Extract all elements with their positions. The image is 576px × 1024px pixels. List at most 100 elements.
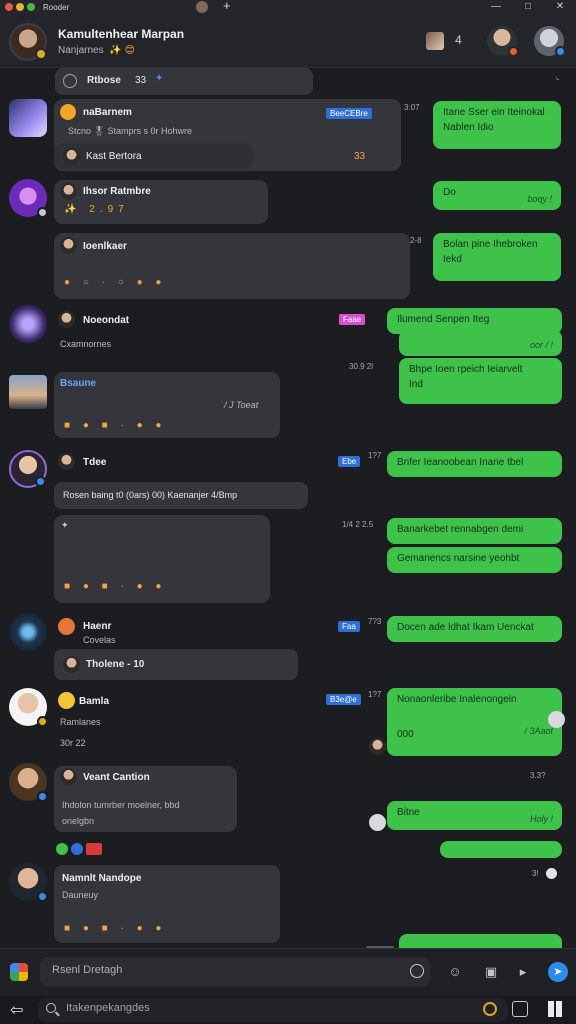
message-meta: boqy ! <box>527 193 552 204</box>
media-gallery-icon[interactable]: ▸ <box>514 963 532 981</box>
sender-avatar[interactable] <box>9 450 47 488</box>
timestamp: 1/4 2 2.5 <box>342 520 374 529</box>
close-icon[interactable]: ✕ <box>544 0 576 14</box>
sparkle-icon: ✦ <box>61 520 69 530</box>
quoted-message[interactable]: Tholene - 10 <box>54 649 298 680</box>
outgoing-message[interactable] <box>440 841 562 858</box>
green-reaction-icon <box>56 843 68 855</box>
unread-dot-icon <box>546 868 557 879</box>
message-text: Dauneuy <box>62 890 99 900</box>
timestamp: 3.3? <box>530 771 546 780</box>
new-tab-icon[interactable]: + <box>223 0 231 13</box>
smile-icon[interactable]: ☺ <box>446 963 464 981</box>
red-reaction-icon <box>86 843 102 855</box>
send-icon[interactable]: ➤ <box>548 962 568 982</box>
message-bubble[interactable]: Ioenlkaer ● ○ · ○ ● ● <box>54 233 410 299</box>
bottom-navigation: ⇦ <box>0 996 576 1024</box>
camera-icon[interactable]: ▣ <box>482 963 500 981</box>
reaction-row[interactable]: ■ ● ■ · ● ● <box>64 581 166 592</box>
app-logo-icon[interactable] <box>10 963 28 981</box>
reaction-row[interactable]: ■ ● ■ · ● ● <box>64 923 166 934</box>
sender-avatar[interactable] <box>9 305 47 343</box>
message-input[interactable] <box>52 964 402 976</box>
outgoing-message[interactable]: Do boqy ! <box>433 181 561 210</box>
reaction-row[interactable]: ● ○ · ○ ● ● <box>64 277 166 288</box>
contact-avatar[interactable] <box>9 23 47 61</box>
outgoing-message[interactable]: Bnfer Ieanoobean Inane tbel <box>387 451 562 477</box>
user-avatar[interactable] <box>534 26 566 57</box>
outgoing-message[interactable]: oor / ! <box>399 330 562 356</box>
outgoing-message[interactable]: Bolan pine Ihebroken Iekd <box>433 233 561 281</box>
maximize-icon[interactable]: □ <box>512 0 544 14</box>
presence-dot-icon <box>37 716 48 727</box>
blue-reaction-icon <box>71 843 83 855</box>
timestamp: 1?7 <box>368 451 382 460</box>
search-input[interactable] <box>66 1002 466 1014</box>
outgoing-message[interactable] <box>399 934 562 948</box>
quoted-message[interactable]: Kast Bertora <box>54 143 254 169</box>
message-bubble[interactable]: Ihsor Ratmbre ✨ 2.97 <box>54 180 268 224</box>
reaction-chips[interactable] <box>56 843 104 855</box>
status-text: Nanjarnes <box>58 45 104 56</box>
outgoing-message[interactable]: Bitne Holy ! <box>387 801 562 830</box>
quoted-message[interactable]: Rosen baing t0 (0ars) 00) Kaenanjer 4/Bm… <box>54 482 308 509</box>
message-bubble[interactable]: Veant Cantion Ihdolon tumrber moelner, b… <box>54 766 237 832</box>
status-tag: Faa <box>338 621 360 632</box>
outgoing-message[interactable]: Gemanencs narsine yeohbt <box>387 547 562 573</box>
quoted-text: Tholene - 10 <box>86 659 145 670</box>
participant-avatar[interactable] <box>487 26 519 57</box>
maximize-dot-icon[interactable] <box>27 3 35 11</box>
message-bubble[interactable]: ✦ ■ ● ■ · ● ● <box>54 515 270 603</box>
search-box[interactable] <box>38 998 508 1022</box>
sender-avatar[interactable] <box>9 375 47 409</box>
emoji-icon[interactable] <box>410 964 424 978</box>
close-dot-icon[interactable] <box>5 3 13 11</box>
read-receipt-avatar <box>369 738 386 755</box>
message-bubble[interactable]: Bsaune / J Toeat ■ ● ■ · ● ● <box>54 372 280 438</box>
sender-small-avatar <box>58 618 75 635</box>
sender-name: Noeondat <box>83 315 130 326</box>
pinned-message[interactable]: Rtbose 33 ✦ <box>55 68 313 95</box>
window-controls[interactable] <box>5 3 35 11</box>
minimize-icon[interactable]: — <box>480 0 512 14</box>
message-line: Nablen Idio <box>443 121 494 133</box>
book-icon[interactable] <box>548 1001 562 1017</box>
sender-avatar[interactable] <box>9 179 48 218</box>
quoted-name: Kast Bertora <box>86 151 142 162</box>
timestamp: 3! <box>532 869 539 878</box>
outgoing-message[interactable]: Nonaonleribe Inalenongein 000 / 3Aaot <box>387 688 562 756</box>
media-icon[interactable] <box>426 32 444 50</box>
status-emoji: ✨ 😊 <box>109 45 136 56</box>
back-arrow-icon[interactable]: ⇦ <box>10 1000 23 1020</box>
message-field[interactable] <box>40 957 430 987</box>
message-meta: / J Toeat <box>224 400 259 410</box>
message-list[interactable]: Rtbose 33 ✦ ⌞ naBarnem Stcno 🎖 Stamprs s… <box>0 68 576 948</box>
coin-icon[interactable] <box>483 1002 497 1016</box>
reaction-count: 33 <box>354 151 366 162</box>
sender-small-avatar <box>58 453 75 470</box>
message-line: Ind <box>409 378 423 390</box>
outgoing-message[interactable]: Banarkebet rennabgen demi <box>387 518 562 544</box>
tab-avatar[interactable] <box>196 1 208 13</box>
message-bubble[interactable]: Namnlt Nandope Dauneuy ■ ● ■ · ● ● <box>54 865 280 943</box>
contact-name[interactable]: Kamultenhear Marpan <box>58 27 184 41</box>
minimize-dot-icon[interactable] <box>16 3 24 11</box>
outgoing-message[interactable]: Docen ade ldhat Ikam Uenckat <box>387 616 562 642</box>
pinned-label: Rtbose <box>87 75 121 86</box>
reaction-row[interactable]: ✨ 2.97 <box>64 204 129 215</box>
sender-avatar[interactable] <box>9 99 47 137</box>
quoted-avatar <box>63 148 80 165</box>
message-line: Bolan pine Ihebroken <box>443 239 538 250</box>
reaction-row[interactable]: 30r 22 <box>60 738 86 748</box>
outgoing-message[interactable]: Itane Sser ein Iteinokal Nablen Idio <box>433 101 561 149</box>
status-tag: BeeCEBre <box>326 108 372 119</box>
sender-avatar[interactable] <box>9 613 47 651</box>
sender-avatar[interactable] <box>9 863 48 902</box>
sender-avatar[interactable] <box>9 688 48 727</box>
image-icon[interactable] <box>512 1001 528 1017</box>
reaction-row[interactable]: ■ ● ■ · ● ● <box>64 420 166 431</box>
composer-bar: ☺ ▣ ▸ ➤ <box>0 948 576 996</box>
outgoing-message[interactable]: Bhpe Ioen rpeich Ieiarvelt Ind <box>399 358 562 404</box>
timestamp: 2-8 <box>410 236 422 245</box>
sender-avatar[interactable] <box>9 763 48 802</box>
